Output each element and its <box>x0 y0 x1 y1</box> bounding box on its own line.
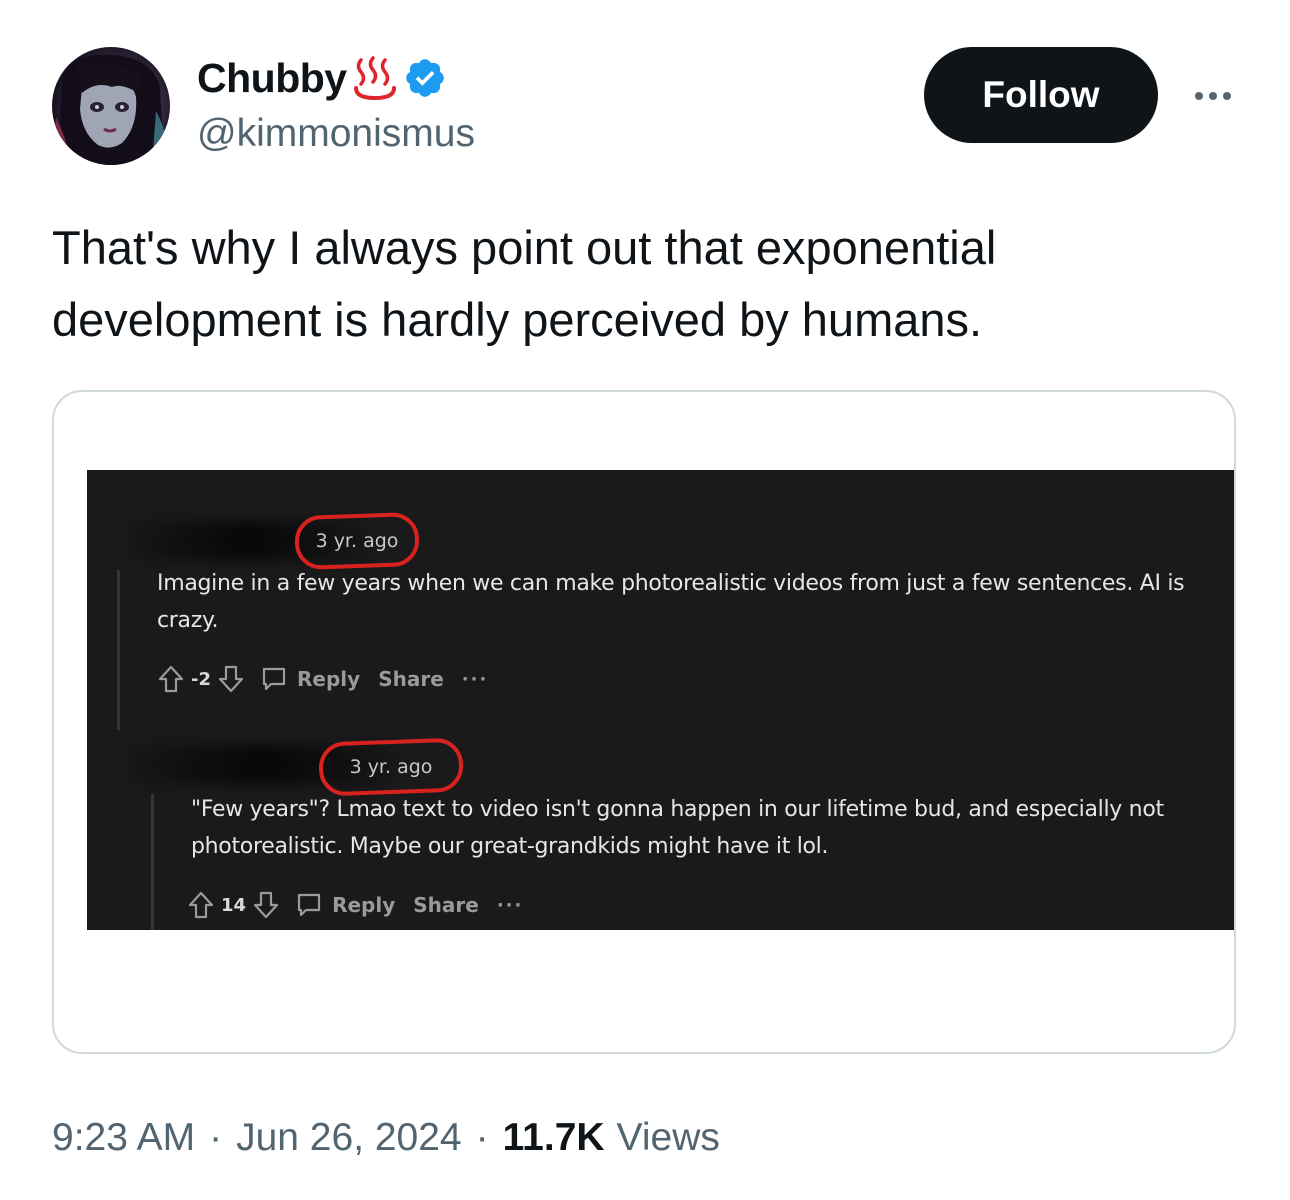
comment-body: Imagine in a few years when we can make … <box>157 565 1185 639</box>
dot <box>1209 92 1217 100</box>
comment-line: crazy. <box>157 608 219 633</box>
timestamp-highlight: 3 yr. ago <box>294 511 420 571</box>
separator-dot: · <box>209 1116 223 1159</box>
comment-line: photorealistic. Maybe our great-grandkid… <box>191 834 829 859</box>
thread-line <box>151 794 154 930</box>
reply-bubble-icon <box>259 664 289 694</box>
verified-badge-icon <box>405 59 444 97</box>
comment-timestamp: 3 yr. ago <box>315 530 399 552</box>
share-label: Share <box>378 667 444 691</box>
comment-actions: 14 Reply Share ··· <box>187 890 523 920</box>
tweet-text-line: development is hardly perceived by human… <box>52 293 983 346</box>
display-name[interactable]: Chubby <box>197 55 347 102</box>
share-label: Share <box>413 893 479 917</box>
follow-button[interactable]: Follow <box>924 47 1158 143</box>
tweet-meta: 9:23 AM · Jun 26, 2024 · 11.7K Views <box>52 1112 720 1164</box>
vote-score: 14 <box>221 894 247 916</box>
reply-label: Reply <box>332 893 396 917</box>
hot-springs-emoji-icon <box>353 56 396 101</box>
upvote-icon <box>187 890 215 920</box>
reply-bubble-icon <box>294 890 324 920</box>
comment-line: "Few years"? Lmao text to video isn't go… <box>191 797 1164 822</box>
tweet-date[interactable]: Jun 26, 2024 <box>236 1116 462 1160</box>
comment-actions: -2 Reply Share ··· <box>157 664 488 694</box>
vote-score: -2 <box>191 668 211 690</box>
thread-line <box>117 570 120 730</box>
more-dots: ··· <box>496 894 524 916</box>
downvote-icon <box>217 664 245 694</box>
dot <box>1223 92 1231 100</box>
reply-label: Reply <box>297 667 361 691</box>
reddit-screenshot: 3 yr. ago Imagine in a few years when we… <box>87 470 1234 930</box>
avatar[interactable] <box>52 47 170 165</box>
tweet-text: That's why I always point out that expon… <box>52 212 1232 356</box>
upvote-icon <box>157 664 185 694</box>
timestamp-highlight: 3 yr. ago <box>318 737 464 797</box>
author-handle[interactable]: @kimmonismus <box>197 112 475 156</box>
comment-timestamp: 3 yr. ago <box>349 756 433 778</box>
more-dots: ··· <box>461 668 489 690</box>
comment-line: Imagine in a few years when we can make … <box>157 571 1185 596</box>
dot <box>1195 92 1203 100</box>
anime-girl-avatar-icon <box>52 54 170 165</box>
more-options-icon[interactable] <box>1183 80 1243 112</box>
views-label[interactable]: Views <box>617 1116 720 1160</box>
media-card[interactable]: 3 yr. ago Imagine in a few years when we… <box>52 390 1236 1054</box>
author-name-row: Chubby <box>197 52 447 104</box>
views-count[interactable]: 11.7K <box>503 1116 605 1160</box>
downvote-icon <box>252 890 280 920</box>
separator-dot: · <box>475 1116 489 1159</box>
tweet-text-line: That's why I always point out that expon… <box>52 221 997 274</box>
tweet-time[interactable]: 9:23 AM <box>52 1116 195 1160</box>
comment-body: "Few years"? Lmao text to video isn't go… <box>191 791 1164 865</box>
